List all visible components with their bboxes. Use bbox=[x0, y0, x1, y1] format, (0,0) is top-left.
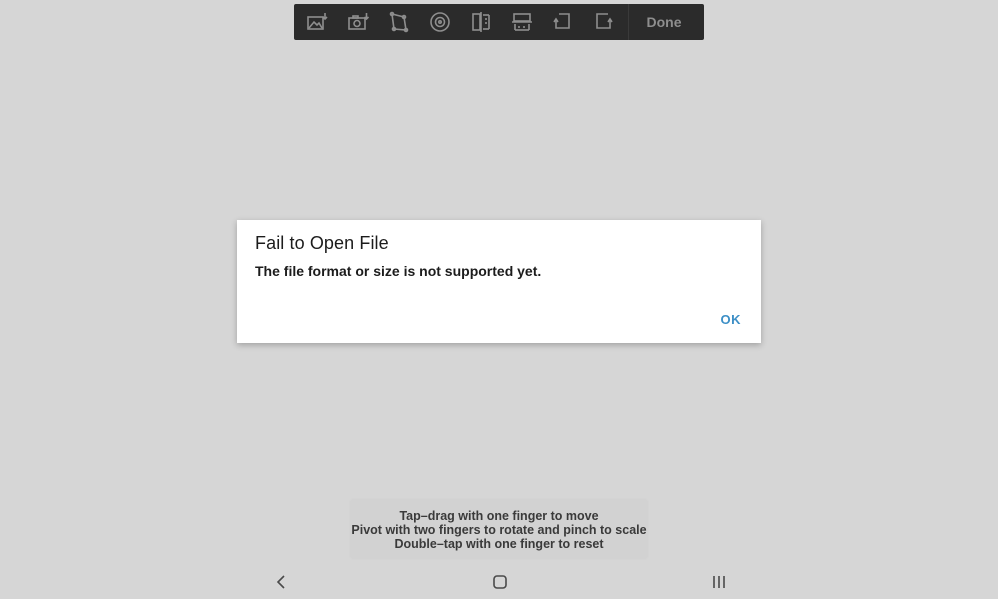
dialog-message: The file format or size is not supported… bbox=[255, 263, 542, 279]
flip-vertical-icon bbox=[512, 13, 532, 31]
error-dialog: Fail to Open File The file format or siz… bbox=[237, 220, 761, 343]
nav-recents-button[interactable] bbox=[709, 573, 729, 591]
nav-back-button[interactable] bbox=[271, 573, 291, 591]
done-button[interactable]: Done bbox=[639, 4, 689, 40]
recents-icon bbox=[713, 576, 725, 588]
target-icon bbox=[430, 12, 450, 32]
flip-vertical-button[interactable] bbox=[509, 10, 535, 34]
camera-import-button[interactable] bbox=[345, 10, 371, 34]
toolbar-divider bbox=[628, 4, 629, 40]
image-import-button[interactable] bbox=[304, 10, 330, 34]
rotate-right-button[interactable] bbox=[591, 10, 617, 34]
home-icon bbox=[493, 575, 507, 589]
rotate-left-icon bbox=[553, 13, 570, 29]
flip-horizontal-button[interactable] bbox=[468, 10, 494, 34]
back-icon bbox=[276, 575, 285, 589]
top-toolbar: Done bbox=[294, 4, 704, 40]
camera-import-icon bbox=[348, 13, 369, 30]
rotate-left-button[interactable] bbox=[550, 10, 576, 34]
target-button[interactable] bbox=[427, 10, 453, 34]
perspective-crop-button[interactable] bbox=[386, 10, 412, 34]
hint-line-reset: Double–tap with one finger to reset bbox=[394, 537, 604, 551]
nav-home-button[interactable] bbox=[490, 573, 510, 591]
dialog-title: Fail to Open File bbox=[255, 233, 389, 253]
flip-horizontal-icon bbox=[472, 12, 490, 32]
perspective-crop-icon bbox=[389, 11, 409, 33]
image-import-icon bbox=[307, 13, 328, 30]
hint-line-move: Tap–drag with one finger to move bbox=[399, 509, 599, 523]
hint-line-rotate-scale: Pivot with two fingers to rotate and pin… bbox=[351, 523, 647, 537]
ok-button[interactable]: OK bbox=[721, 312, 742, 327]
rotate-right-icon bbox=[596, 13, 613, 29]
gesture-hint: Tap–drag with one finger to move Pivot w… bbox=[351, 500, 647, 558]
